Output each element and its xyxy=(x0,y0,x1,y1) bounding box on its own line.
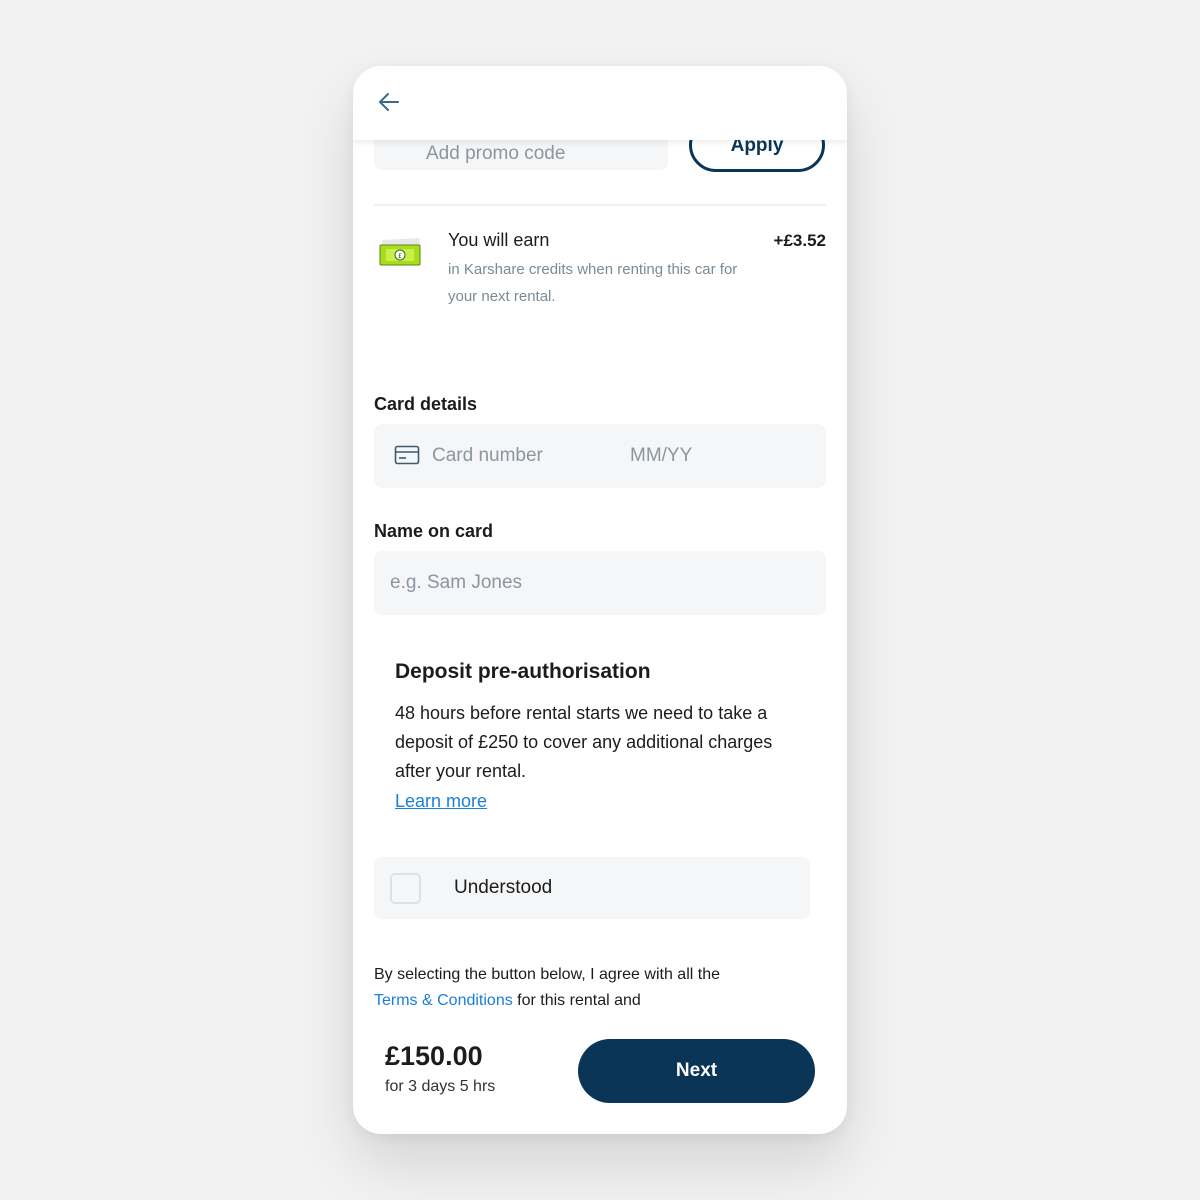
name-on-card-input[interactable] xyxy=(374,551,826,615)
understood-checkbox-row[interactable] xyxy=(374,857,810,919)
phone-screen: Apply £ You will earn in Karshare credit… xyxy=(353,66,847,1134)
terms-link[interactable]: Terms & Conditions xyxy=(374,992,513,1009)
earn-description: in Karshare credits when renting this ca… xyxy=(448,261,738,305)
top-bar xyxy=(353,66,847,140)
understood-label: Understood xyxy=(454,877,553,898)
total-price: £150.00 xyxy=(385,1041,483,1071)
next-button[interactable]: Next xyxy=(578,1039,815,1103)
rental-duration: for 3 days 5 hrs xyxy=(385,1078,496,1095)
credit-card-icon xyxy=(394,445,420,465)
arrow-left-icon xyxy=(379,93,399,111)
terms-text-after: for this rental and xyxy=(512,992,641,1009)
deposit-title: Deposit pre-authorisation xyxy=(395,660,651,683)
deposit-text: 48 hours before rental starts we need to… xyxy=(395,703,773,781)
card-expiry-input[interactable] xyxy=(630,436,730,476)
name-on-card-label: Name on card xyxy=(374,521,494,541)
terms-text: By selecting the button below, I agree w… xyxy=(374,962,754,1014)
back-button[interactable] xyxy=(375,88,403,116)
divider xyxy=(374,204,826,206)
earn-title: You will earn xyxy=(448,230,550,250)
learn-more-link[interactable]: Learn more xyxy=(395,787,487,816)
earn-amount: +£3.52 xyxy=(773,231,826,250)
card-number-input[interactable] xyxy=(432,436,602,476)
banknote-icon: £ xyxy=(379,238,421,266)
understood-checkbox[interactable] xyxy=(390,873,421,904)
card-details-label: Card details xyxy=(374,394,478,414)
svg-text:£: £ xyxy=(398,252,402,260)
terms-text-before: By selecting the button below, I agree w… xyxy=(374,966,720,983)
